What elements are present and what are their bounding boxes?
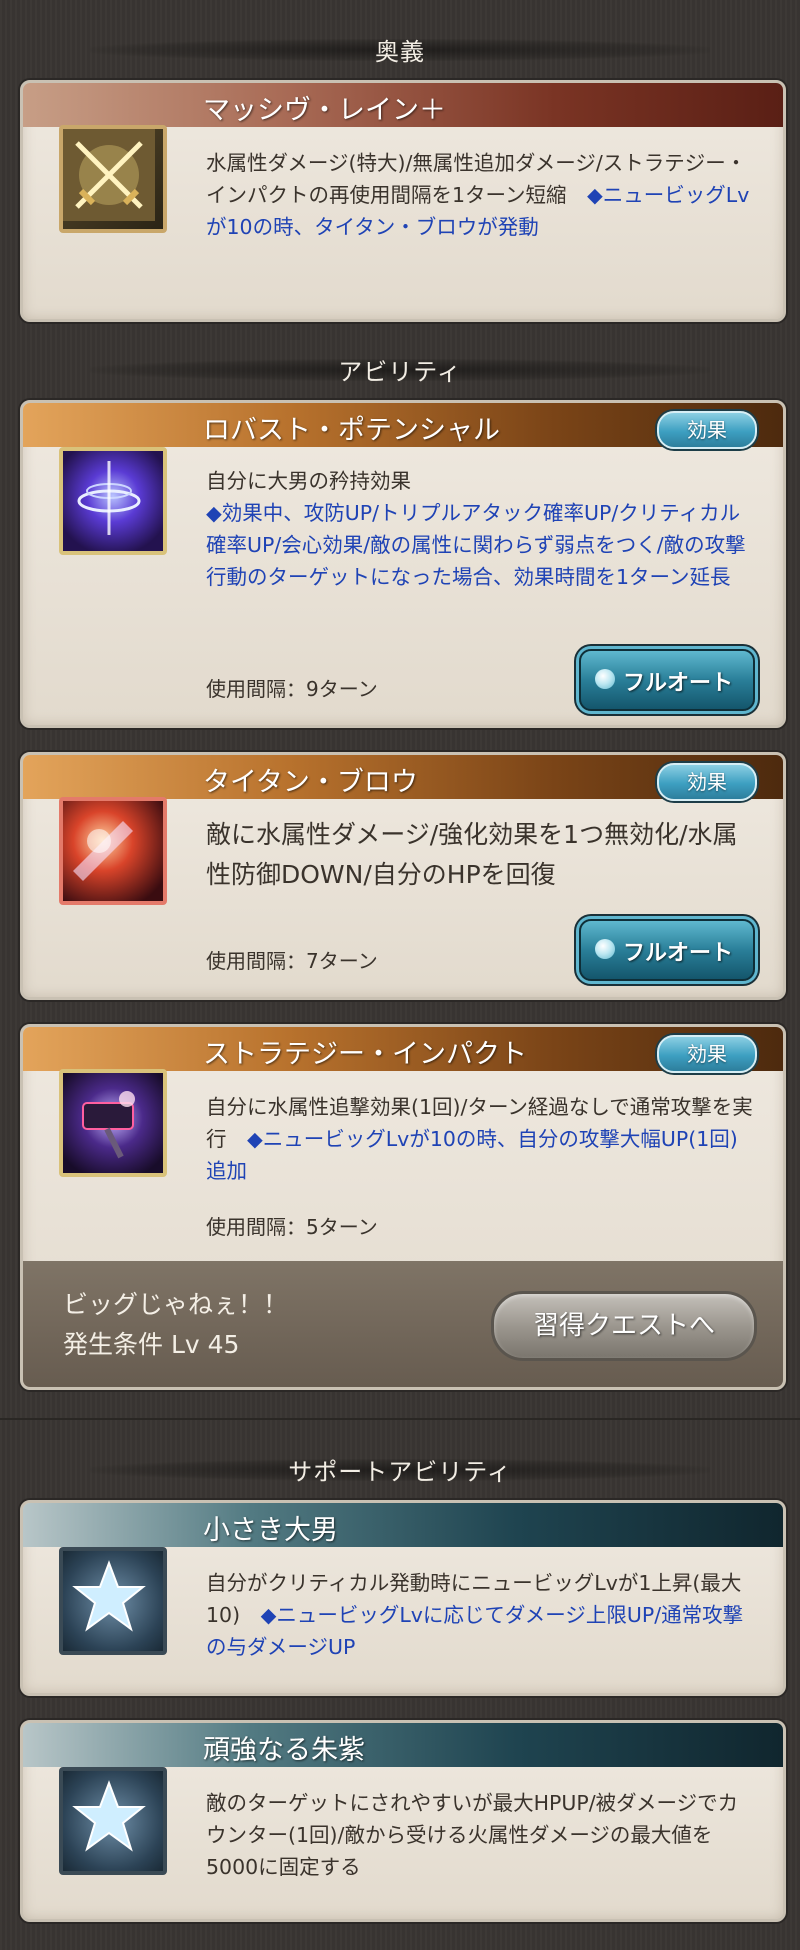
effect-button[interactable]: 効果 [657,1035,757,1073]
fullauto-dot-icon [595,669,615,689]
effect-button[interactable]: 効果 [657,763,757,801]
quest-button[interactable]: 習得クエストへ [491,1291,757,1361]
support-header [23,1503,783,1547]
ability-description: 敵に水属性ダメージ/強化効果を1つ無効化/水属性防御DOWN/自分のHPを回復 [206,820,738,889]
hammer-strike-icon [59,1069,167,1177]
ougi-description: 水属性ダメージ(特大)/無属性追加ダメージ/ストラテジー・インパクトの再使用間隔… [206,151,750,239]
support-description: 自分がクリティカル発動時にニュービッグLvが1上昇(最大10) ◆ニュービッグL… [206,1571,744,1659]
cooldown-text: 使用間隔：9ターン [206,677,378,701]
star-icon [59,1767,167,1875]
support-card-2[interactable]: 頑強なる朱紫 敵のターゲットにされやすいが最大HPUP/被ダメージでカウンター(… [20,1720,786,1922]
ability-description: 自分に大男の矜持効果 ◆効果中、攻防UP/トリプルアタック確率UP/クリティカル確… [206,469,746,589]
star-icon [59,1547,167,1655]
fullauto-button[interactable]: フルオート [579,649,755,711]
cooldown-text: 使用間隔：5ターン [206,1215,378,1239]
purple-swirl-icon [59,447,167,555]
ability-name: タイタン・ブロウ [203,767,418,798]
section-divider [0,1418,800,1420]
support-description: 敵のターゲットにされやすいが最大HPUP/被ダメージでカウンター(1回)/敵から… [206,1791,739,1879]
fullauto-dot-icon [595,939,615,959]
ability-name: ロバスト・ポテンシャル [203,415,500,446]
ougi-card[interactable]: マッシヴ・レイン＋ 水属性ダメージ(特大)/無属性追加ダメージ/ストラテジー・イ… [20,80,786,322]
locked-ability-name: ビッグじゃねぇ！！ [63,1290,289,1319]
section-title-ougi: 奥義 [0,32,800,67]
ougi-name: マッシヴ・レイン＋ [203,95,446,126]
effect-button[interactable]: 効果 [657,411,757,449]
ability-description: 自分に水属性追撃効果(1回)/ターン経過なしで通常攻撃を実行 ◆ニュービッグLv… [206,1095,753,1183]
ability-card-2[interactable]: タイタン・ブロウ 効果 敵に水属性ダメージ/強化効果を1つ無効化/水属性防御DO… [20,752,786,1000]
crossed-swords-icon [59,125,167,233]
ability-card-1[interactable]: ロバスト・ポテンシャル 効果 自分に大男の矜持効果 ◆効果中、攻防UP/トリプルア… [20,400,786,728]
red-impact-icon [59,797,167,905]
support-header [23,1723,783,1767]
locked-ability-panel: ビッグじゃねぇ！！ 発生条件 Lv 45 習得クエストへ [23,1261,783,1387]
support-card-1[interactable]: 小さき大男 自分がクリティカル発動時にニュービッグLvが1上昇(最大10) ◆ニ… [20,1500,786,1696]
cooldown-text: 使用間隔：7ターン [206,949,378,973]
section-title-support: サポートアビリティ [0,1452,800,1487]
support-name: 頑強なる朱紫 [203,1735,365,1766]
ability-name: ストラテジー・インパクト [203,1039,527,1070]
support-name: 小さき大男 [203,1515,338,1546]
locked-ability-condition: 発生条件 Lv 45 [63,1330,240,1359]
ability-card-3[interactable]: ストラテジー・インパクト 効果 自分に水属性追撃効果(1回)/ターン経過なしで通… [20,1024,786,1390]
section-title-ability: アビリティ [0,352,800,387]
fullauto-button[interactable]: フルオート [579,919,755,981]
